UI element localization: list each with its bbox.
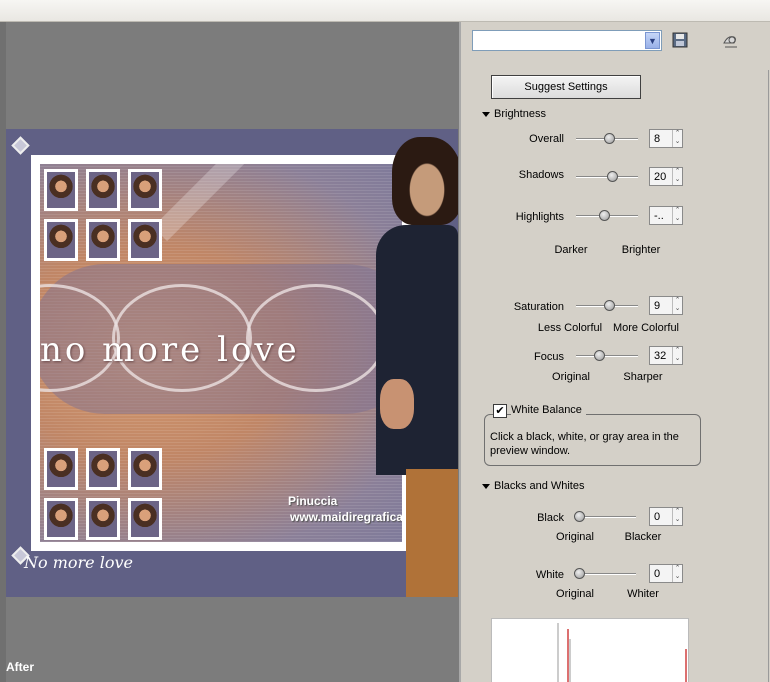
blacks-whites-section-header[interactable]: Blacks and Whites	[482, 480, 584, 492]
man-pants	[406, 469, 458, 597]
slider-knob[interactable]	[574, 511, 585, 522]
white-original-label: Original	[556, 588, 594, 600]
chevron-down-icon[interactable]: ▼	[645, 32, 660, 49]
thumbnail-grid-top	[44, 169, 162, 261]
corner-ornament	[11, 136, 30, 155]
artwork-caption: No more love	[24, 553, 133, 572]
man-head	[392, 137, 458, 225]
blacker-label: Blacker	[624, 531, 662, 543]
highlights-spinbox[interactable]: -.. ⌃ ⌄	[649, 206, 683, 225]
saturation-spinbox[interactable]: 9 ⌃ ⌄	[649, 296, 683, 315]
darker-label: Darker	[554, 244, 588, 256]
portrait-thumb	[86, 498, 120, 540]
slider-knob[interactable]	[604, 133, 615, 144]
portrait-thumb	[128, 448, 162, 490]
save-preset-button[interactable]	[670, 30, 690, 50]
collapse-triangle-icon	[482, 111, 490, 117]
focus-spinbox[interactable]: 32 ⌃ ⌄	[649, 346, 683, 365]
portrait-thumb	[128, 169, 162, 211]
portrait-thumb	[128, 219, 162, 261]
collapse-triangle-icon	[482, 483, 490, 489]
preset-delete-icon	[723, 36, 737, 48]
brightness-heading: Brightness	[494, 108, 546, 120]
white-slider[interactable]	[574, 568, 636, 580]
watermark-name: Pinuccia	[288, 494, 338, 508]
man-shirt	[376, 225, 458, 475]
black-label: Black	[537, 512, 564, 524]
man-arm	[380, 379, 414, 429]
focus-label: Focus	[534, 351, 564, 363]
portrait-thumb	[44, 448, 78, 490]
slider-knob[interactable]	[594, 350, 605, 361]
overall-label: Overall	[529, 133, 564, 145]
black-slider[interactable]	[574, 511, 636, 523]
white-spinbox[interactable]: 0 ⌃ ⌄	[649, 564, 683, 583]
highlights-slider[interactable]	[576, 210, 638, 222]
slider-knob[interactable]	[599, 210, 610, 221]
white-label: White	[535, 569, 564, 581]
portrait-thumb	[86, 169, 120, 211]
overall-slider[interactable]	[576, 133, 638, 145]
delete-preset-button[interactable]	[721, 31, 741, 51]
highlights-label: Highlights	[515, 211, 564, 223]
histogram	[491, 618, 689, 682]
black-original-label: Original	[556, 531, 594, 543]
settings-panel: ▼ ? Suggest Settings Brightness Overall …	[463, 22, 770, 682]
portrait-thumb	[44, 169, 78, 211]
shadows-slider[interactable]	[576, 171, 638, 183]
panel-divider	[768, 70, 769, 682]
preview-artwork[interactable]: no more love Pinuccia www.maidiregrafica…	[6, 129, 458, 597]
thumbnail-grid-bottom	[44, 448, 162, 540]
slider-knob[interactable]	[604, 300, 615, 311]
portrait-thumb	[44, 498, 78, 540]
brightness-section-header[interactable]: Brightness	[482, 108, 546, 120]
artwork-title-text: no more love	[40, 330, 300, 370]
after-preview-pane[interactable]: no more love Pinuccia www.maidiregrafica…	[0, 22, 461, 682]
blacks-whites-heading: Blacks and Whites	[494, 480, 585, 492]
focus-slider[interactable]	[576, 350, 638, 362]
overall-spinbox[interactable]: 8 ⌃ ⌄	[649, 129, 683, 148]
brighter-label: Brighter	[621, 244, 661, 256]
portrait-thumb	[86, 448, 120, 490]
light-streak	[152, 164, 351, 242]
after-label: After	[6, 660, 35, 674]
preset-dropdown[interactable]: ▼	[472, 30, 662, 51]
man-figure	[376, 129, 458, 597]
shadows-spinbox[interactable]: 20 ⌃ ⌄	[649, 167, 683, 186]
saturation-label: Saturation	[513, 301, 564, 313]
portrait-thumb	[86, 219, 120, 261]
whiter-label: Whiter	[627, 588, 659, 600]
slider-knob[interactable]	[574, 568, 585, 579]
portrait-thumb	[44, 219, 78, 261]
floppy-disk-icon	[672, 32, 688, 48]
sharper-label: Sharper	[623, 371, 663, 383]
artwork-background: no more love Pinuccia www.maidiregrafica	[40, 164, 402, 542]
more-colorful-label: More Colorful	[612, 322, 680, 334]
slider-knob[interactable]	[607, 171, 618, 182]
shadows-label: Shadows	[518, 169, 564, 181]
saturation-slider[interactable]	[576, 300, 638, 312]
white-balance-label: White Balance	[511, 404, 586, 416]
portrait-thumb	[128, 498, 162, 540]
less-colorful-label: Less Colorful	[537, 322, 603, 334]
artwork-white-frame: no more love Pinuccia www.maidiregrafica	[31, 155, 411, 551]
black-spinbox[interactable]: 0 ⌃ ⌄	[649, 507, 683, 526]
histogram-graph	[557, 623, 687, 682]
focus-original-label: Original	[552, 371, 590, 383]
white-balance-checkbox[interactable]: ✔	[493, 404, 507, 418]
photo-fix-window: no more love Pinuccia www.maidiregrafica…	[0, 0, 770, 682]
white-balance-hint: Click a black, white, or gray area in th…	[490, 431, 679, 457]
suggest-settings-button[interactable]: Suggest Settings	[491, 75, 641, 99]
top-toolbar-strip	[0, 0, 770, 22]
